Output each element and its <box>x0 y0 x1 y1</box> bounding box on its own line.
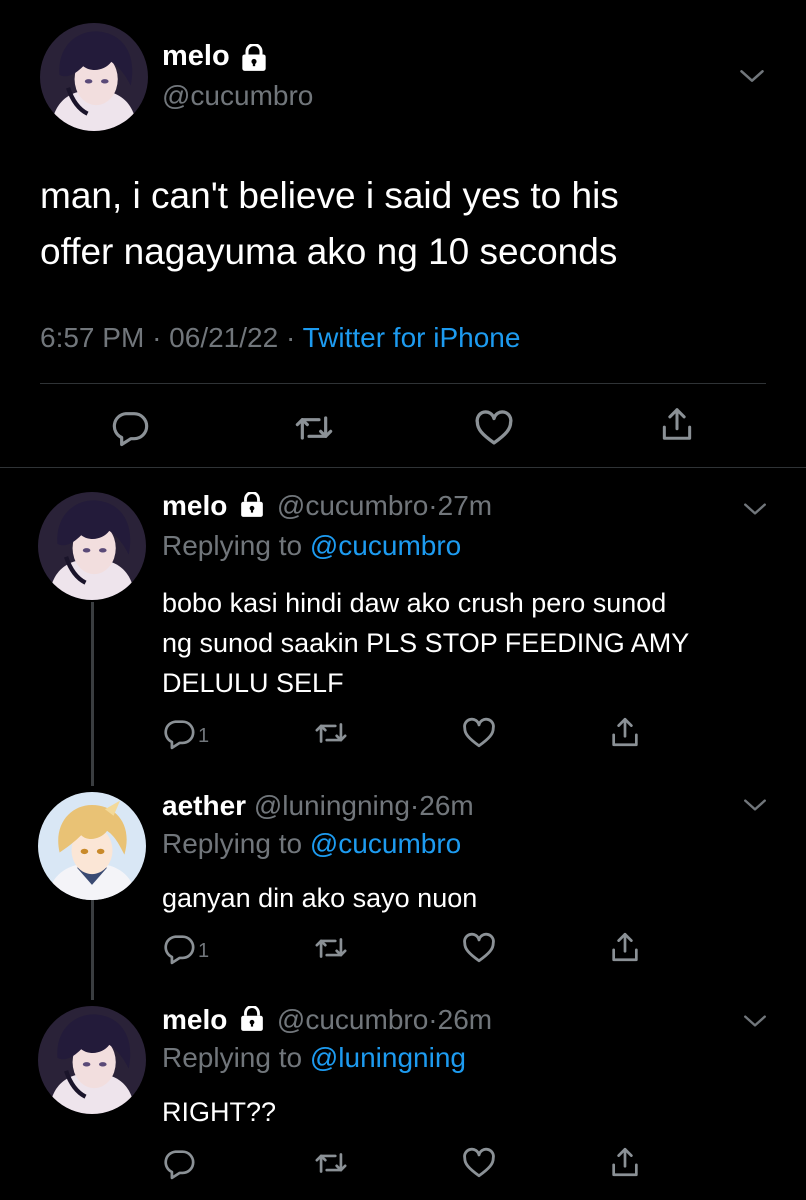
display-name[interactable]: melo <box>162 490 227 521</box>
handle[interactable]: @cucumbro <box>277 1004 428 1035</box>
display-name[interactable]: melo <box>162 40 230 72</box>
reply-icon[interactable] <box>162 716 196 750</box>
lock-icon <box>240 44 268 72</box>
display-name[interactable]: aether <box>162 790 246 821</box>
reply-tweet[interactable]: melo @cucumbro·27m Replying to @cucumbro… <box>0 468 806 768</box>
main-tweet: melo @cucumbro man, i can't believe i sa… <box>0 0 806 468</box>
chevron-down-icon[interactable] <box>742 792 768 818</box>
share-icon[interactable] <box>658 404 696 444</box>
replying-to-link[interactable]: @cucumbro <box>310 530 461 561</box>
author-name-row: melo <box>162 40 268 76</box>
avatar[interactable] <box>38 1006 146 1114</box>
tweet-source-link[interactable]: Twitter for iPhone <box>303 322 521 353</box>
tweet-text-line: man, i can't believe i said yes to his <box>40 175 619 216</box>
avatar[interactable] <box>38 792 146 900</box>
reply-icon[interactable] <box>162 1146 196 1180</box>
retweet-icon[interactable] <box>294 408 334 448</box>
reply-header: melo @cucumbro·26m <box>162 1004 492 1036</box>
chevron-down-icon[interactable] <box>742 1008 768 1034</box>
reply-tweet[interactable]: melo @cucumbro·26m Replying to @luningni… <box>0 982 806 1200</box>
like-icon[interactable] <box>473 407 515 449</box>
reply-text-line: DELULU SELF <box>162 668 344 698</box>
replying-label: Replying to <box>162 828 303 859</box>
tweet-text: man, i can't believe i said yes to his o… <box>40 168 619 280</box>
reply-count: 1 <box>198 725 210 747</box>
like-icon[interactable] <box>461 715 497 751</box>
reply-tweet[interactable]: aether @luningning·26m Replying to @cucu… <box>0 768 806 998</box>
reply-text: ganyan din ako sayo nuon <box>162 878 477 918</box>
chevron-down-icon[interactable] <box>742 496 768 522</box>
separator: · <box>285 322 296 353</box>
reply-header: melo @cucumbro·27m <box>162 490 492 522</box>
tweet-time[interactable]: 6:57 PM <box>40 322 144 353</box>
reply-text-line: ng sunod saakin PLS STOP FEEDING AMY <box>162 628 690 658</box>
reply-text-line: ganyan din ako sayo nuon <box>162 883 478 913</box>
tweet-text-line: offer nagayuma ako ng 10 seconds <box>40 231 618 272</box>
share-icon[interactable] <box>608 714 642 750</box>
handle[interactable]: @cucumbro <box>162 80 313 112</box>
reply-text-line: RIGHT?? <box>162 1097 277 1127</box>
reply-time[interactable]: 26m <box>438 1004 492 1035</box>
separator: · <box>409 790 420 821</box>
replying-to: Replying to @cucumbro <box>162 530 461 562</box>
reply-time[interactable]: 27m <box>438 490 492 521</box>
retweet-icon[interactable] <box>314 1146 348 1180</box>
handle[interactable]: @luningning <box>254 790 410 821</box>
replying-to-link[interactable]: @luningning <box>310 1042 466 1073</box>
replying-to-link[interactable]: @cucumbro <box>310 828 461 859</box>
separator: · <box>152 322 162 353</box>
reply-icon[interactable] <box>110 407 150 447</box>
retweet-icon[interactable] <box>314 931 348 965</box>
like-icon[interactable] <box>461 1145 497 1181</box>
reply-icon[interactable] <box>162 931 196 965</box>
reply-time[interactable]: 26m <box>419 790 473 821</box>
handle[interactable]: @cucumbro <box>277 490 428 521</box>
reply-header: aether @luningning·26m <box>162 790 474 822</box>
reply-text: RIGHT?? <box>162 1092 276 1132</box>
tweet-date[interactable]: 06/21/22 <box>169 322 278 353</box>
separator: · <box>428 490 438 521</box>
retweet-icon[interactable] <box>314 716 348 750</box>
share-icon[interactable] <box>608 929 642 965</box>
divider <box>40 383 766 384</box>
tweet-meta: 6:57 PM · 06/21/22 · Twitter for iPhone <box>40 322 520 354</box>
share-icon[interactable] <box>608 1144 642 1180</box>
reply-count: 1 <box>198 940 210 962</box>
avatar[interactable] <box>40 23 148 131</box>
lock-icon <box>239 1012 265 1032</box>
display-name[interactable]: melo <box>162 1004 227 1035</box>
reply-text: bobo kasi hindi daw ako crush pero sunod… <box>162 583 689 703</box>
lock-icon <box>239 498 265 518</box>
chevron-down-icon[interactable] <box>738 62 766 90</box>
reply-text-line: bobo kasi hindi daw ako crush pero sunod <box>162 588 667 618</box>
replying-to: Replying to @luningning <box>162 1042 466 1074</box>
replying-label: Replying to <box>162 1042 303 1073</box>
separator: · <box>428 1004 438 1035</box>
replying-to: Replying to @cucumbro <box>162 828 461 860</box>
replying-label: Replying to <box>162 530 303 561</box>
avatar[interactable] <box>38 492 146 600</box>
like-icon[interactable] <box>461 930 497 966</box>
